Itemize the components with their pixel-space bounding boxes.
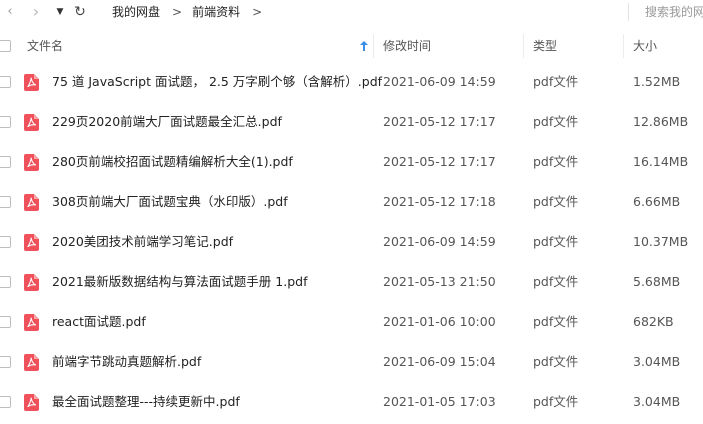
- file-type: pdf文件: [533, 114, 579, 129]
- back-arrow-icon[interactable]: ‹: [4, 4, 16, 20]
- file-name[interactable]: 308页前端大厂面试题宝典（水印版）.pdf: [52, 194, 288, 210]
- row-checkbox[interactable]: [0, 396, 11, 408]
- column-type[interactable]: 类型: [533, 34, 557, 58]
- file-size: 1.52MB: [633, 74, 681, 89]
- file-modified: 2021-06-09 15:04: [383, 354, 496, 369]
- file-row[interactable]: 229页2020前端大厂面试题最全汇总.pdf 2021-05-12 17:17…: [0, 102, 703, 142]
- search-input[interactable]: 搜索我的网盘: [645, 4, 703, 20]
- column-name[interactable]: 文件名: [27, 34, 63, 58]
- file-name[interactable]: 2020美团技术前端学习笔记.pdf: [52, 234, 233, 250]
- row-checkbox[interactable]: [0, 156, 11, 168]
- file-size: 682KB: [633, 314, 674, 329]
- file-modified: 2021-05-12 17:17: [383, 114, 496, 129]
- pdf-file-icon: [24, 74, 39, 91]
- file-name[interactable]: 最全面试题整理---持续更新中.pdf: [52, 394, 240, 410]
- row-checkbox[interactable]: [0, 76, 11, 88]
- file-size: 3.04MB: [633, 394, 681, 409]
- file-row[interactable]: 2020美团技术前端学习笔记.pdf 2021-06-09 14:59 pdf文…: [0, 222, 703, 262]
- file-row[interactable]: 前端字节跳动真题解析.pdf 2021-06-09 15:04 pdf文件 3.…: [0, 342, 703, 382]
- pdf-file-icon: [24, 194, 39, 211]
- pdf-file-icon: [24, 154, 39, 171]
- column-header: 文件名 修改时间 类型 大小: [0, 34, 703, 58]
- file-type: pdf文件: [533, 154, 579, 169]
- file-name[interactable]: 229页2020前端大厂面试题最全汇总.pdf: [52, 114, 282, 130]
- pdf-file-icon: [24, 114, 39, 131]
- toolbar: ‹ › ▼ ↻ 我的网盘 > 前端资料 > 搜索我的网盘: [0, 0, 703, 24]
- breadcrumb: 我的网盘 > 前端资料 >: [112, 4, 272, 20]
- file-modified: 2021-06-09 14:59: [383, 234, 496, 249]
- file-name[interactable]: react面试题.pdf: [52, 314, 146, 330]
- file-type: pdf文件: [533, 194, 579, 209]
- row-checkbox[interactable]: [0, 196, 11, 208]
- file-modified: 2021-05-13 21:50: [383, 274, 496, 289]
- file-name[interactable]: 前端字节跳动真题解析.pdf: [52, 354, 201, 370]
- column-divider[interactable]: [373, 34, 374, 58]
- row-checkbox[interactable]: [0, 116, 11, 128]
- file-row[interactable]: 2021最新版数据结构与算法面试题手册 1.pdf 2021-05-13 21:…: [0, 262, 703, 302]
- file-size: 16.14MB: [633, 154, 689, 169]
- search-divider: [628, 3, 629, 21]
- column-modified[interactable]: 修改时间: [383, 34, 431, 58]
- file-size: 5.68MB: [633, 274, 681, 289]
- column-divider[interactable]: [623, 34, 624, 58]
- history-dropdown-icon[interactable]: ▼: [55, 4, 65, 20]
- pdf-file-icon: [24, 314, 39, 331]
- file-row[interactable]: 最全面试题整理---持续更新中.pdf 2021-01-05 17:03 pdf…: [0, 382, 703, 422]
- refresh-icon[interactable]: ↻: [73, 4, 87, 20]
- breadcrumb-separator: >: [172, 5, 183, 19]
- file-modified: 2021-05-12 17:17: [383, 154, 496, 169]
- breadcrumb-item-mydisk[interactable]: 我的网盘: [112, 4, 160, 20]
- sort-ascending-icon[interactable]: [359, 40, 369, 52]
- pdf-file-icon: [24, 234, 39, 251]
- file-name[interactable]: 280页前端校招面试题精编解析大全(1).pdf: [52, 154, 293, 170]
- file-row[interactable]: 280页前端校招面试题精编解析大全(1).pdf 2021-05-12 17:1…: [0, 142, 703, 182]
- row-checkbox[interactable]: [0, 236, 11, 248]
- select-all-checkbox[interactable]: [0, 40, 11, 52]
- column-divider[interactable]: [523, 34, 524, 58]
- file-size: 6.66MB: [633, 194, 681, 209]
- file-type: pdf文件: [533, 394, 579, 409]
- pdf-file-icon: [24, 394, 39, 411]
- row-checkbox[interactable]: [0, 356, 11, 368]
- file-type: pdf文件: [533, 354, 579, 369]
- file-size: 3.04MB: [633, 354, 681, 369]
- file-name[interactable]: 2021最新版数据结构与算法面试题手册 1.pdf: [52, 274, 307, 290]
- file-size: 10.37MB: [633, 234, 689, 249]
- pdf-file-icon: [24, 274, 39, 291]
- column-size[interactable]: 大小: [633, 34, 657, 58]
- row-checkbox[interactable]: [0, 316, 11, 328]
- file-type: pdf文件: [533, 314, 579, 329]
- file-row[interactable]: react面试题.pdf 2021-01-06 10:00 pdf文件 682K…: [0, 302, 703, 342]
- file-modified: 2021-06-09 14:59: [383, 74, 496, 89]
- breadcrumb-item-frontend[interactable]: 前端资料: [192, 4, 240, 20]
- file-row[interactable]: 75 道 JavaScript 面试题， 2.5 万字刷个够（含解析）.pdf …: [0, 62, 703, 102]
- file-type: pdf文件: [533, 234, 579, 249]
- file-name[interactable]: 75 道 JavaScript 面试题， 2.5 万字刷个够（含解析）.pdf: [52, 74, 382, 90]
- file-size: 12.86MB: [633, 114, 689, 129]
- file-type: pdf文件: [533, 74, 579, 89]
- file-type: pdf文件: [533, 274, 579, 289]
- file-modified: 2021-01-05 17:03: [383, 394, 496, 409]
- breadcrumb-separator[interactable]: >: [252, 4, 262, 20]
- file-modified: 2021-05-12 17:18: [383, 194, 496, 209]
- forward-arrow-icon[interactable]: ›: [30, 4, 42, 20]
- file-modified: 2021-01-06 10:00: [383, 314, 496, 329]
- pdf-file-icon: [24, 354, 39, 371]
- row-checkbox[interactable]: [0, 276, 11, 288]
- file-row[interactable]: 308页前端大厂面试题宝典（水印版）.pdf 2021-05-12 17:18 …: [0, 182, 703, 222]
